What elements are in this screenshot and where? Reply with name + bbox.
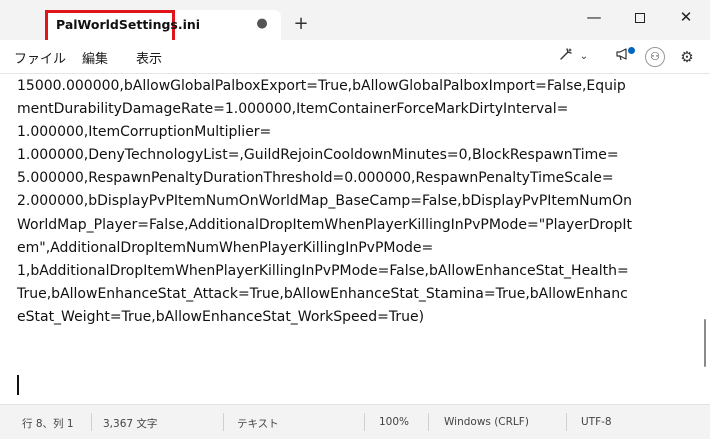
settings-gear-icon[interactable]: ⚙ — [677, 46, 697, 68]
editor-line: 5.000000,RespawnPenaltyDurationThreshold… — [17, 170, 614, 187]
status-divider — [91, 413, 92, 431]
text-caret — [17, 375, 19, 395]
new-tab-button[interactable]: + — [291, 13, 311, 35]
editor-line: eStat_Weight=True,bAllowEnhanceStat_Work… — [17, 308, 425, 325]
vertical-scrollbar[interactable] — [704, 319, 706, 367]
editor-line: 1,bAdditionalDropItemWhenPlayerKillingIn… — [17, 262, 629, 279]
text-editor[interactable]: 15000.000000,bAllowGlobalPalboxExport=Tr… — [0, 74, 710, 404]
menu-edit[interactable]: 編集 — [82, 48, 108, 67]
character-count: 3,367 文字 — [103, 418, 158, 430]
notification-badge — [628, 47, 635, 54]
chevron-down-icon[interactable]: ⌄ — [578, 46, 590, 68]
editor-line: WorldMap_Player=False,AdditionalDropItem… — [17, 216, 633, 233]
close-button[interactable]: ✕ — [663, 3, 709, 31]
menu-view[interactable]: 表示 — [136, 48, 162, 67]
editor-line: em",AdditionalDropItemNumWhenPlayerKilli… — [17, 239, 434, 256]
text-format[interactable]: テキスト — [237, 416, 279, 431]
maximize-icon — [635, 12, 645, 23]
status-divider — [566, 413, 567, 431]
zoom-level[interactable]: 100% — [379, 416, 409, 428]
maximize-button[interactable] — [617, 3, 663, 31]
editor-line: 1.000000,DenyTechnologyList=,GuildRejoin… — [17, 147, 619, 164]
status-bar: 行 8、列 1 3,367 文字 テキスト 100% Windows (CRLF… — [0, 404, 710, 439]
copilot-glyph-icon — [560, 48, 572, 60]
unsaved-indicator-icon[interactable]: ● — [254, 15, 270, 33]
editor-line: 15000.000000,bAllowGlobalPalboxExport=Tr… — [17, 78, 626, 94]
line-ending[interactable]: Windows (CRLF) — [444, 416, 529, 428]
editor-line: True,bAllowEnhanceStat_Attack=True,bAllo… — [17, 285, 628, 302]
status-divider — [223, 413, 224, 431]
menu-bar: ファイル 編集 表示 ⌄ ⚇ ⚙ — [0, 40, 710, 74]
tab-title: PalWorldSettings.ini — [56, 17, 201, 32]
copilot-icon[interactable] — [557, 46, 575, 68]
encoding[interactable]: UTF-8 — [581, 416, 612, 428]
status-divider — [428, 413, 429, 431]
menu-file[interactable]: ファイル — [14, 48, 66, 67]
editor-text[interactable]: 15000.000000,bAllowGlobalPalboxExport=Tr… — [17, 75, 697, 329]
editor-line: 1.000000,ItemCorruptionMultiplier= — [17, 124, 272, 141]
minimize-button[interactable]: — — [571, 3, 617, 31]
account-avatar-icon[interactable]: ⚇ — [645, 47, 665, 67]
editor-line: mentDurabilityDamageRate=1.000000,ItemCo… — [17, 101, 569, 118]
editor-line: 2.000000,bDisplayPvPItemNumOnWorldMap_Ba… — [17, 193, 633, 210]
title-bar: PalWorldSettings.ini ● + — ✕ — [0, 0, 710, 43]
status-divider — [364, 413, 365, 431]
cursor-position: 行 8、列 1 — [22, 418, 74, 430]
